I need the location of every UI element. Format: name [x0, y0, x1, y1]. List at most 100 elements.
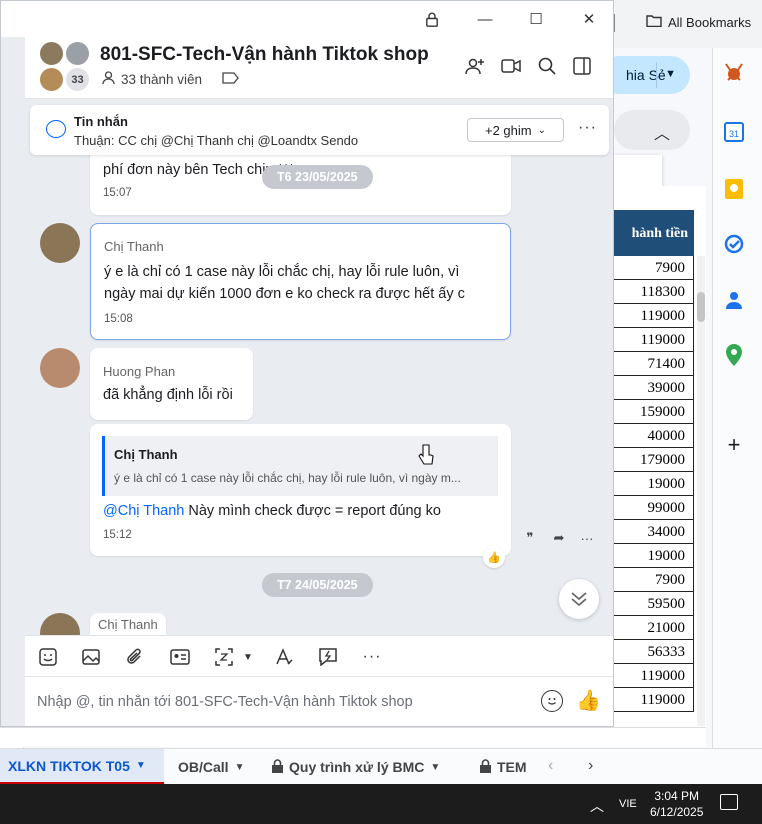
keep-icon[interactable]	[722, 177, 746, 201]
sheet-cells: 7900 118300 119000 119000 71400 39000 159000 40…	[614, 256, 694, 712]
more-actions-icon[interactable]: ···	[576, 527, 598, 549]
quote-icon[interactable]: ❞	[519, 527, 541, 549]
caret-down-icon[interactable]: ▼	[237, 646, 259, 668]
minimize-button[interactable]: —	[475, 9, 495, 29]
pins-dropdown-button[interactable]: +2 ghim ⌄	[467, 118, 564, 142]
tab-scroll-left-icon[interactable]: ‹	[548, 757, 553, 775]
sheet-tab[interactable]: OB/Call ▼	[170, 749, 252, 785]
video-call-icon[interactable]	[500, 55, 522, 77]
calendar-icon[interactable]: 31	[722, 120, 746, 144]
scroll-to-bottom-button[interactable]	[559, 579, 599, 619]
close-button[interactable]: ✕	[579, 9, 599, 29]
message-time: 15:07	[103, 187, 132, 199]
message-time: 15:12	[103, 529, 132, 541]
sheet-scroll-thumb[interactable]	[697, 292, 705, 322]
sheet-cell[interactable]: 71400	[614, 352, 694, 376]
collapse-menus-button[interactable]: ︿	[614, 110, 690, 150]
chevron-up-icon[interactable]: ︿	[590, 796, 604, 816]
sheet-tab-label: TEM	[497, 759, 527, 775]
language-indicator[interactable]: VIE	[619, 798, 637, 810]
sheet-column-header: hành tiền	[614, 210, 694, 256]
quoted-message[interactable]: Chị Thanh ý e là chỉ có 1 case này lỗi c…	[102, 436, 498, 496]
sidebar-toggle-icon[interactable]	[571, 55, 593, 77]
horizontal-scrollbar[interactable]	[0, 727, 706, 747]
member-count[interactable]: 33 thành viên	[102, 71, 239, 88]
message-text-line: ngày mai dự kiến 1000 đơn e ko check ra …	[104, 286, 465, 302]
sheet-cell[interactable]: 118300	[614, 280, 694, 304]
text-format-icon[interactable]	[273, 646, 295, 668]
mention-link[interactable]: @Chị Thanh	[103, 503, 184, 519]
system-clock[interactable]: 3:04 PM 6/12/2025	[650, 788, 703, 820]
add-icon[interactable]: +	[722, 432, 746, 457]
sheet-cell[interactable]: 40000	[614, 424, 694, 448]
screenshot-icon[interactable]	[213, 646, 235, 668]
caret-down-icon: ▼	[430, 761, 441, 773]
pinned-message-bar[interactable]: Tin nhắn Thuận: CC chị @Chị Thanh chị @L…	[30, 105, 609, 155]
folder-icon	[646, 14, 662, 30]
message-input[interactable]	[37, 691, 527, 713]
sheet-cell[interactable]: 119000	[614, 304, 694, 328]
sheet-cell[interactable]: 7900	[614, 256, 694, 280]
image-icon[interactable]	[80, 646, 102, 668]
sheet-cell[interactable]: 119000	[614, 328, 694, 352]
tab-scroll-right-icon[interactable]: ›	[588, 757, 593, 775]
avatar[interactable]	[40, 223, 80, 263]
emoji-icon[interactable]	[541, 690, 563, 712]
attachment-icon[interactable]	[124, 646, 146, 668]
sheet-cell[interactable]: 159000	[614, 400, 694, 424]
sheet-tab[interactable]: TEM	[472, 749, 535, 785]
sheet-cell[interactable]: 34000	[614, 520, 694, 544]
member-avatar	[39, 67, 64, 92]
lock-icon	[480, 758, 491, 776]
pinned-text: Thuận: CC chị @Chị Thanh chị @Loandtx Se…	[74, 133, 359, 148]
message-time: 15:08	[104, 313, 133, 325]
sheet-cell[interactable]: 19000	[614, 472, 694, 496]
notification-icon[interactable]	[720, 794, 738, 810]
message-bubble[interactable]: Huong Phan đã khẳng định lỗi rồi	[90, 348, 253, 420]
sticker-icon[interactable]	[37, 646, 59, 668]
add-member-icon[interactable]	[464, 55, 486, 77]
tasks-icon[interactable]	[722, 232, 746, 256]
quick-message-icon[interactable]	[317, 646, 339, 668]
search-icon[interactable]	[536, 55, 558, 77]
sheet-cell[interactable]: 56333	[614, 640, 694, 664]
window-titlebar: — ☐ ✕	[1, 1, 613, 37]
thumbs-up-icon[interactable]: 👍	[576, 688, 601, 713]
sheet-cell[interactable]: 7900	[614, 568, 694, 592]
pinned-more-button[interactable]: ···	[578, 119, 597, 137]
maps-icon[interactable]	[722, 343, 746, 367]
maximize-button[interactable]: ☐	[526, 9, 546, 29]
side-panel	[712, 48, 762, 748]
message-bubble[interactable]: Chị Thanh	[90, 613, 166, 637]
group-avatar[interactable]: 33	[39, 41, 91, 93]
sheet-cell[interactable]: 179000	[614, 448, 694, 472]
all-bookmarks-button[interactable]: All Bookmarks	[646, 14, 751, 30]
sheet-cell[interactable]: 59500	[614, 592, 694, 616]
sheet-cell[interactable]: 99000	[614, 496, 694, 520]
message-bubble[interactable]: Chị Thanh ý e là chỉ có 1 case này lỗi c…	[90, 223, 511, 340]
sheet-tab-active[interactable]: XLKN TIKTOK T05 ▼	[0, 749, 164, 785]
pinned-title: Tin nhắn	[74, 114, 128, 129]
quoted-sender: Chị Thanh	[114, 447, 178, 462]
svg-text:31: 31	[729, 129, 739, 139]
sheet-cell[interactable]: 119000	[614, 664, 694, 688]
sheet-tab[interactable]: Quy trình xử lý BMC ▼	[264, 749, 448, 785]
app-logo-icon[interactable]	[722, 60, 746, 84]
more-tools-icon[interactable]: ···	[361, 646, 383, 668]
contact-card-icon[interactable]	[169, 646, 191, 668]
share-forward-icon[interactable]: ➦	[548, 527, 570, 549]
thumbs-up-react-icon[interactable]: 👍	[483, 546, 505, 568]
sheet-cell[interactable]: 19000	[614, 544, 694, 568]
sheet-cell[interactable]: 39000	[614, 376, 694, 400]
sheet-tab-label: Quy trình xử lý BMC	[289, 759, 425, 775]
message-bubble[interactable]: Chị Thanh ý e là chỉ có 1 case này lỗi c…	[90, 424, 511, 556]
tag-icon[interactable]	[222, 72, 239, 87]
sheet-cell[interactable]: 119000	[614, 688, 694, 712]
sheet-scrollbar[interactable]	[697, 256, 705, 726]
sheet-cell[interactable]: 21000	[614, 616, 694, 640]
all-bookmarks-label: All Bookmarks	[668, 14, 752, 30]
contacts-icon[interactable]	[722, 288, 746, 312]
avatar[interactable]	[40, 348, 80, 388]
lock-icon[interactable]	[422, 9, 442, 29]
group-title[interactable]: 801-SFC-Tech-Vận hành Tiktok shop	[100, 44, 429, 66]
